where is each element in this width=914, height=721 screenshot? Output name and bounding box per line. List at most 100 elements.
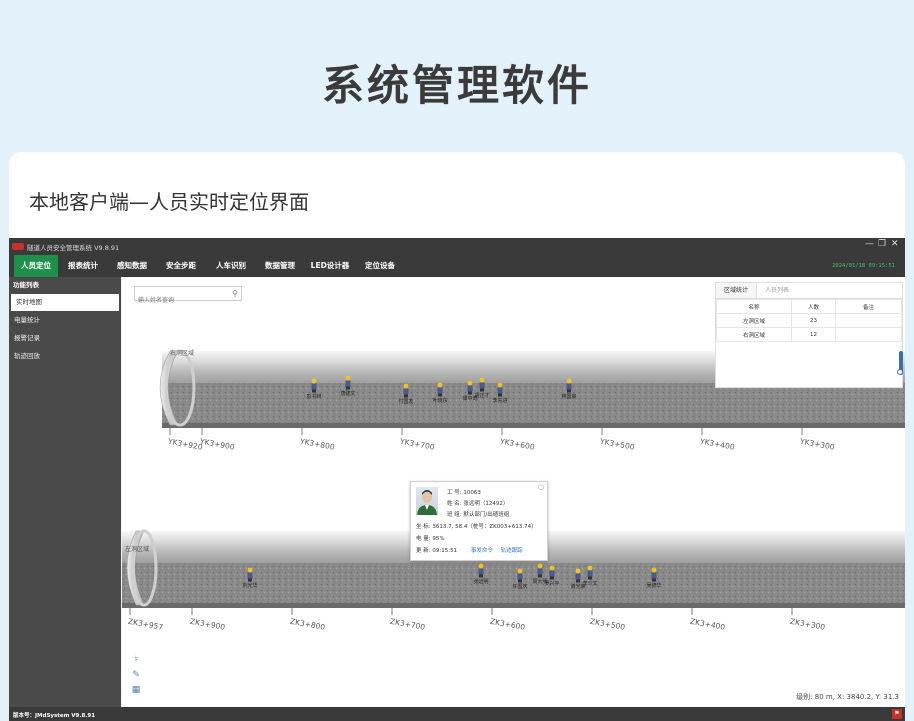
cell-count: 12 [791, 327, 836, 342]
employee-group-value: 默认部门/出碴班组 [463, 512, 510, 518]
station-label: YK3+500 [598, 437, 635, 452]
tab-personnel-list[interactable]: 人员列表 [757, 283, 797, 298]
station-label: ZK3+400 [689, 617, 726, 632]
version-label: 版本号：JMdSystem V9.8.91 [13, 713, 96, 719]
sidebar-item-alarm-records[interactable]: 报警记录 [9, 330, 121, 347]
station-label: ZK3+300 [789, 617, 826, 632]
search-box[interactable]: ⚲ [134, 286, 242, 307]
menu-item-personnel-location[interactable]: 人员定位 [14, 255, 58, 277]
station-label: YK3+700 [398, 437, 435, 452]
battery-label: 电 量: [416, 536, 431, 542]
menu-item-led-designer[interactable]: LED设计器 [308, 255, 352, 277]
avatar [416, 487, 438, 515]
station-label: ZK3+800 [289, 617, 326, 632]
sidebar: 功能列表 实时地图 电量统计 报警记录 轨迹回放 [9, 277, 121, 707]
sidebar-item-track-playback[interactable]: 轨迹回放 [9, 348, 121, 365]
tab-area-stats[interactable]: 区域统计 [716, 283, 758, 298]
station-label: YK3+300 [798, 437, 835, 452]
app-window: 隧道人员安全管理系统 V9.8.91 — ❐ ✕ 人员定位 报表统计 感知数据 … [9, 238, 905, 721]
close-button[interactable]: ✕ [891, 239, 899, 249]
update-time-value: 09:15:51 [432, 548, 458, 554]
edit-icon[interactable]: ✎ [129, 670, 143, 684]
cell-area-name: 右洞区域 [716, 327, 792, 342]
employee-id-value: 10063 [463, 490, 481, 496]
coordinate-label: 坐 标: [416, 524, 431, 530]
card-caption: 本地客户端—人员实时定位界面 [29, 190, 309, 214]
menu-item-data-management[interactable]: 数据管理 [258, 255, 302, 277]
search-icon[interactable]: ⚲ [232, 289, 238, 298]
map-tool-icons: ♮ ✎ ▦ [129, 655, 143, 700]
menu-item-sensor-data[interactable]: 感知数据 [110, 255, 154, 277]
station-label: ZK3+700 [389, 617, 426, 632]
battery-value: 95% [432, 536, 445, 542]
station-label: ZK3+500 [589, 617, 626, 632]
area-stats-table: 名称 人数 备注 左洞区域 23 右洞区域 12 [716, 299, 902, 342]
maximize-button[interactable]: ❐ [878, 239, 886, 249]
left-tunnel-label: 左洞区域 [125, 545, 149, 553]
menu-item-reports[interactable]: 报表统计 [61, 255, 105, 277]
area-stats-panel: 区域统计 人员列表 名称 人数 备注 左洞区域 23 右洞区域 12 [715, 282, 903, 388]
popup-close-icon[interactable]: ○ [538, 483, 544, 491]
right-tunnel-label: 右洞区域 [170, 349, 194, 357]
clock: 2024/01/18 09:15:51 [832, 263, 895, 269]
screenshot-card: 本地客户端—人员实时定位界面 隧道人员安全管理系统 V9.8.91 — ❐ ✕ … [9, 152, 905, 721]
stats-tabs: 区域统计 人员列表 [716, 283, 902, 299]
minimize-button[interactable]: — [865, 239, 874, 249]
menu-item-positioning-devices[interactable]: 定位设备 [358, 255, 402, 277]
column-header-count: 人数 [791, 299, 836, 314]
station-label: YK3+400 [698, 437, 735, 452]
employee-id-label: 工 号: [447, 490, 462, 496]
worker-name: 刘光华 [242, 582, 257, 589]
menu-item-person-vehicle-recognition[interactable]: 人车识别 [209, 255, 253, 277]
station-label: YK3+900 [198, 437, 235, 452]
employee-group-label: 班 组: [447, 512, 462, 518]
title-bar: 隧道人员安全管理系统 V9.8.91 — ❐ ✕ [9, 238, 905, 255]
worker-name: 吴德华 [646, 582, 661, 589]
update-time-label: 更 新: [416, 548, 431, 554]
worker-name: 罗兴平 [544, 580, 559, 587]
worker-name: 李先进 [492, 397, 507, 404]
coordinate-value: 3613.7, 58.4（桩号：ZK003+613.74） [432, 524, 537, 530]
station-label: ZK3+900 [189, 617, 226, 632]
sidebar-header: 功能列表 [13, 281, 39, 289]
menu-item-safety-distance[interactable]: 安全步距 [159, 255, 203, 277]
sidebar-item-realtime-map[interactable]: 实时地图 [11, 294, 119, 311]
status-bar: 版本号：JMdSystem V9.8.91 ⚑ [9, 707, 905, 721]
column-header-remark: 备注 [835, 299, 902, 314]
worker-name: 蒋国良 [561, 393, 576, 400]
station-label: YK3+920 [166, 437, 203, 452]
bell-icon[interactable]: ♮ [129, 655, 143, 669]
cell-area-name: 左洞区域 [716, 313, 792, 328]
table-row[interactable]: 左洞区域 23 [716, 313, 902, 328]
station-label: YK3+800 [298, 437, 335, 452]
menu-bar: 人员定位 报表统计 感知数据 安全步距 人车识别 数据管理 LED设计器 定位设… [9, 255, 905, 277]
worker-name: 李少文 [582, 580, 597, 587]
worker-name: 彭书林 [306, 393, 321, 400]
personnel-info-popup: ○ 工 号: 10063 姓 名: 张远明（12492） 班 组: 默认部门/出… [410, 481, 548, 561]
station-label: ZK3+600 [489, 617, 526, 632]
hero-title: 系统管理软件 [321, 61, 592, 110]
cell-remark [835, 313, 902, 328]
cell-count: 23 [791, 313, 836, 328]
table-row[interactable]: 右洞区域 12 [716, 327, 902, 342]
worker-name: 叶晓东 [432, 397, 447, 404]
employee-name-value: 张远明（12492） [463, 501, 509, 507]
cell-remark [835, 327, 902, 342]
app-logo-icon [12, 243, 24, 250]
panel-resize-handle[interactable] [897, 369, 903, 375]
station-label: YK3+600 [498, 437, 535, 452]
worker-name: 张远明 [473, 578, 488, 585]
column-header-name: 名称 [716, 299, 792, 314]
window-title: 隧道人员安全管理系统 V9.8.91 [27, 244, 120, 252]
map-view[interactable]: YK3+920 YK3+900 YK3+800 YK3+700 YK3+600 YK3+5… [122, 277, 905, 707]
search-input[interactable] [135, 294, 225, 307]
grid-icon[interactable]: ▦ [129, 685, 143, 699]
track-follow-link[interactable]: 轨迹跟踪 [501, 548, 523, 554]
worker-name: 胡正才 [474, 392, 489, 399]
worker-name: 许国庆 [512, 583, 527, 590]
sidebar-item-battery-stats[interactable]: 电量统计 [9, 312, 121, 329]
send-command-link[interactable]: 事发命令 [471, 548, 493, 554]
employee-name-label: 姓 名: [447, 501, 462, 507]
worker-name: 唐建文 [340, 390, 355, 397]
station-label: ZK3+957 [127, 617, 164, 632]
